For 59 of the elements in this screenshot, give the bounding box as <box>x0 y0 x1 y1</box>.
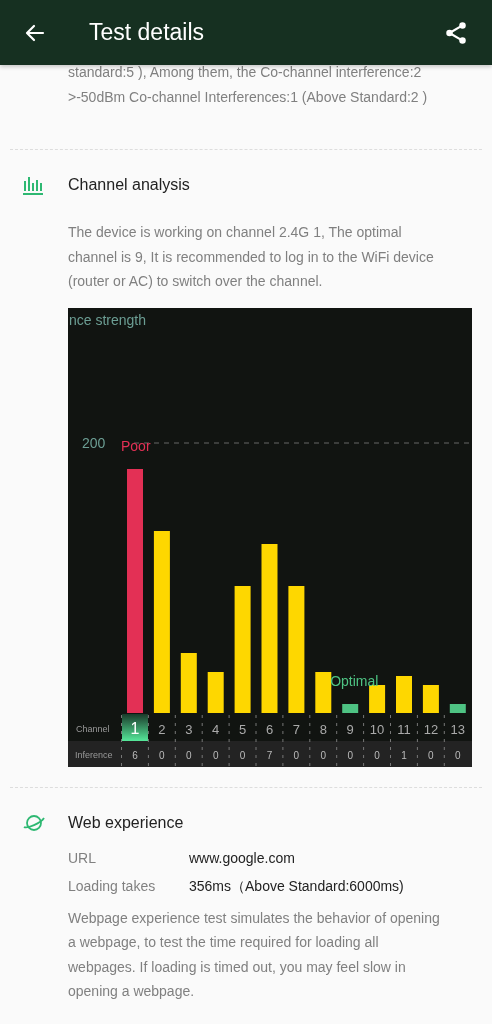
page-title: Test details <box>89 19 206 46</box>
row-label: Inference <box>75 749 113 760</box>
channel-number[interactable]: 7 <box>292 721 300 737</box>
column-divider <box>309 714 311 767</box>
inference-count: 0 <box>212 749 219 761</box>
optimal-label: Optimal <box>330 672 379 689</box>
row-label: Channel <box>76 723 110 734</box>
inference-count: 0 <box>374 749 380 761</box>
channel-number[interactable]: 6 <box>265 721 274 737</box>
channel-number[interactable]: 11 <box>397 721 411 737</box>
inference-count: 7 <box>266 749 273 761</box>
intro-text: >-50dBm Co-channel Interferences:1 (Above Standard:2 ) <box>68 87 429 107</box>
inference-count: 0 <box>320 749 327 761</box>
channel-number[interactable]: 2 <box>158 721 166 737</box>
inference-count: 0 <box>347 749 353 761</box>
field-label: URL <box>68 849 97 866</box>
field-label: Loading takes <box>68 877 157 896</box>
channel-number[interactable]: 1 <box>130 719 140 737</box>
section-title: Channel analysis <box>68 176 190 194</box>
section-title: Web experience <box>68 813 184 832</box>
share-icon[interactable] <box>443 19 469 46</box>
channel-number[interactable]: 13 <box>450 721 466 737</box>
chart-title: nce strength <box>69 311 147 328</box>
column-divider <box>147 714 149 767</box>
inference-count: 0 <box>186 749 192 761</box>
column-divider <box>282 714 284 767</box>
inference-count: 0 <box>239 749 246 761</box>
field-value: 356ms（Above Standard:6000ms) <box>189 877 405 896</box>
column-divider <box>201 714 203 767</box>
column-divider <box>174 714 176 767</box>
channel-number[interactable]: 10 <box>369 721 385 737</box>
column-divider <box>255 714 257 767</box>
field-value: www.google.com <box>189 849 296 866</box>
column-divider <box>416 714 418 767</box>
column-divider <box>443 714 445 767</box>
inference-count: 1 <box>401 749 407 761</box>
channel-number[interactable]: 8 <box>319 721 327 737</box>
poor-label: Poor <box>121 437 151 454</box>
channel-number[interactable]: 5 <box>239 721 247 737</box>
column-divider <box>336 714 338 767</box>
column-divider <box>363 714 365 767</box>
channel-description: The device is working on channel 2.4G 1, The optimal channel is 9, It is recommended to log in to the WiFi device (router or AC) to switch over the channel. <box>68 223 435 291</box>
inference-count: 0 <box>428 749 434 761</box>
inference-count: 0 <box>293 749 300 761</box>
column-divider <box>390 714 391 767</box>
y-tick: 200 <box>82 434 106 451</box>
channel-number[interactable]: 3 <box>185 721 193 737</box>
planet-icon <box>22 812 46 833</box>
inference-count: 6 <box>132 749 138 761</box>
column-divider <box>228 714 230 767</box>
channel-number[interactable]: 12 <box>423 721 439 737</box>
bar-chart-icon <box>22 175 44 195</box>
web-description: Webpage experience test simulates the behavior of opening a webpage, to test the time required for loading all webpages. If loading is timed out, you may feel slow in opening a webpage. <box>68 908 441 1001</box>
inference-count: 0 <box>455 749 461 761</box>
column-divider <box>121 714 122 767</box>
channel-number[interactable]: 4 <box>212 721 220 737</box>
inference-count: 0 <box>159 749 165 761</box>
channel-number[interactable]: 9 <box>346 721 354 737</box>
intro-text: standard:5 ), Among them, the Co-channel interference:2 <box>68 63 423 82</box>
